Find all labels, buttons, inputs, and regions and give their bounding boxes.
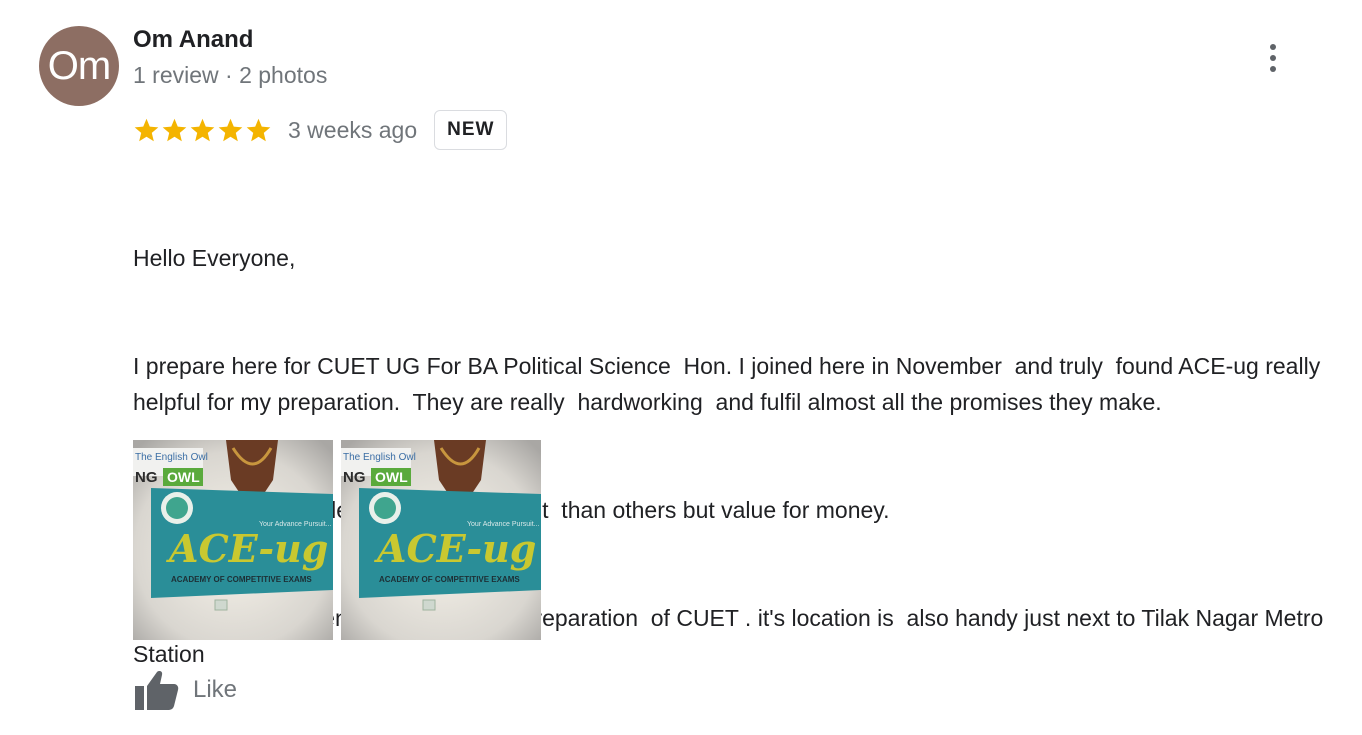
like-label: Like [193,676,238,703]
author-name[interactable]: Om Anand [133,26,253,54]
photo-subtitle: ACADEMY OF COMPETITIVE EXAMS [379,575,520,584]
more-vert-icon [1270,44,1276,50]
star-rating [133,117,272,144]
review-photo[interactable]: The English Owl NG OWL Your Advance Purs… [341,440,541,640]
more-vert-icon-dot [1270,66,1276,72]
photo-neighbor-text: The English Owl [135,452,208,463]
review-line: Hello Everyone, [133,245,296,271]
author-meta[interactable]: 1 review · 2 photos [133,62,327,89]
star-icon [218,118,243,141]
review-card: Om Om Anand 1 review · 2 photos 3 weeks … [0,0,1362,735]
photo-sign-label: ACE-ug [166,526,328,571]
photo-neighbor-green: OWL [375,469,408,485]
like-button[interactable]: Like [133,669,237,711]
avatar[interactable]: Om [39,26,119,106]
more-options-button[interactable] [1256,40,1290,76]
rating-row: 3 weeks ago NEW [133,108,508,152]
new-badge: NEW [434,110,508,150]
review-photo[interactable]: The English Owl NG OWL Your Advance Purs… [133,440,333,640]
star-icon [190,118,215,141]
star-icon [162,118,187,141]
thumb-up-icon [135,671,179,710]
star-icon [246,118,271,141]
photo-sign-label: ACE-ug [374,526,536,571]
more-vert-icon-dot [1270,55,1276,61]
photo-neighbor-prefix: NG [343,469,366,486]
photo-image: The English Owl NG OWL Your Advance Purs… [133,440,333,640]
photo-neighbor-green: OWL [167,469,200,485]
avatar-initials: Om [47,43,111,88]
review-line: I prepare here for CUET UG For BA Politi… [133,353,1333,415]
photo-neighbor-text: The English Owl [343,452,416,463]
photo-neighbor-prefix: NG [135,469,158,486]
star-icon [134,118,159,141]
review-photos: The English Owl NG OWL Your Advance Purs… [133,440,541,640]
photo-image: The English Owl NG OWL Your Advance Purs… [341,440,541,640]
photo-subtitle: ACADEMY OF COMPETITIVE EXAMS [171,575,312,584]
review-date: 3 weeks ago [288,116,418,143]
